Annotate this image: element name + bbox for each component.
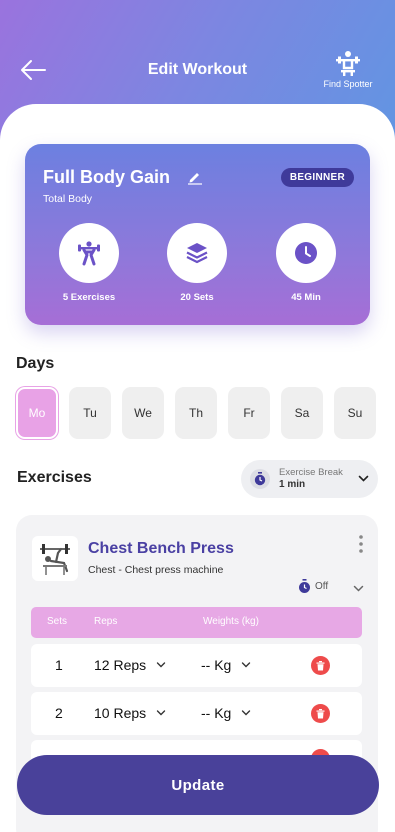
weight-value: -- Kg <box>201 657 232 673</box>
exercise-description: Chest - Chest press machine <box>88 564 224 576</box>
bench-press-icon <box>40 543 70 575</box>
reps-dropdown[interactable]: 10 Reps <box>94 705 166 721</box>
chevron-down-icon <box>358 475 369 482</box>
day-tu[interactable]: Tu <box>69 387 111 439</box>
exercise-timer-toggle[interactable]: Off <box>298 579 328 594</box>
day-fr[interactable]: Fr <box>228 387 270 439</box>
stat-exercises: 5 Exercises <box>44 223 134 303</box>
day-su[interactable]: Su <box>334 387 376 439</box>
exercise-name: Chest Bench Press <box>88 540 234 557</box>
layers-icon <box>186 243 208 264</box>
clock-icon <box>295 242 317 264</box>
set-row: 2 10 Reps -- Kg <box>31 692 362 735</box>
day-selector: Mo Tu We Th Fr Sa Su <box>16 387 376 439</box>
dumbbell-icon <box>78 241 100 266</box>
chevron-down-icon <box>242 710 251 716</box>
day-mo[interactable]: Mo <box>16 387 58 439</box>
find-spotter-label: Find Spotter <box>323 79 373 89</box>
set-row: 1 12 Reps -- Kg <box>31 644 362 687</box>
find-spotter-button[interactable]: Find Spotter <box>319 50 377 89</box>
workout-target: Total Body <box>43 193 93 205</box>
sets-table-header: Sets Reps Weights (kg) <box>31 607 362 638</box>
timer-icon <box>299 579 310 593</box>
chevron-down-icon <box>156 710 166 716</box>
reps-value: 10 Reps <box>94 705 147 721</box>
trash-icon <box>316 660 325 670</box>
day-sa[interactable]: Sa <box>281 387 323 439</box>
exercises-section-title: Exercises <box>17 469 92 486</box>
stat-duration-label: 45 Min <box>291 292 321 303</box>
exercise-break-value: 1 min <box>279 479 306 490</box>
timer-state: Off <box>315 581 329 592</box>
stat-exercises-label: 5 Exercises <box>62 292 116 303</box>
update-button[interactable]: Update <box>17 755 379 815</box>
weight-dropdown[interactable]: -- Kg <box>201 705 251 721</box>
day-we[interactable]: We <box>122 387 164 439</box>
spotter-icon <box>336 51 360 76</box>
column-weights: Weights (kg) <box>203 616 259 627</box>
column-sets: Sets <box>47 616 68 627</box>
exercise-break-label: Exercise Break <box>279 467 343 478</box>
workout-summary-card: Full Body Gain Total Body BEGINNER 5 Exe… <box>25 144 370 325</box>
more-options-icon[interactable] <box>358 534 364 554</box>
chevron-down-icon <box>156 662 166 668</box>
stat-sets: 20 Sets <box>152 223 242 303</box>
days-section-title: Days <box>16 355 55 372</box>
exercise-thumbnail <box>32 536 78 581</box>
stat-sets-label: 20 Sets <box>180 292 214 303</box>
expand-chevron-icon[interactable] <box>353 583 364 594</box>
level-badge: BEGINNER <box>280 168 354 187</box>
exercise-break-dropdown[interactable]: Exercise Break 1 min <box>241 460 378 498</box>
reps-value: 12 Reps <box>94 657 147 673</box>
timer-icon <box>250 469 270 489</box>
trash-icon <box>316 708 325 718</box>
weight-value: -- Kg <box>201 705 232 721</box>
chevron-down-icon <box>242 662 251 668</box>
delete-set-button[interactable] <box>311 656 330 675</box>
edit-pencil-icon[interactable] <box>187 169 203 185</box>
workout-name: Full Body Gain <box>43 167 171 187</box>
column-reps: Reps <box>94 616 118 627</box>
weight-dropdown[interactable]: -- Kg <box>201 657 251 673</box>
delete-set-button[interactable] <box>311 704 330 723</box>
reps-dropdown[interactable]: 12 Reps <box>94 657 166 673</box>
set-number: 2 <box>55 705 63 721</box>
stat-duration: 45 Min <box>261 223 351 303</box>
set-number: 1 <box>55 657 63 673</box>
day-th[interactable]: Th <box>175 387 217 439</box>
